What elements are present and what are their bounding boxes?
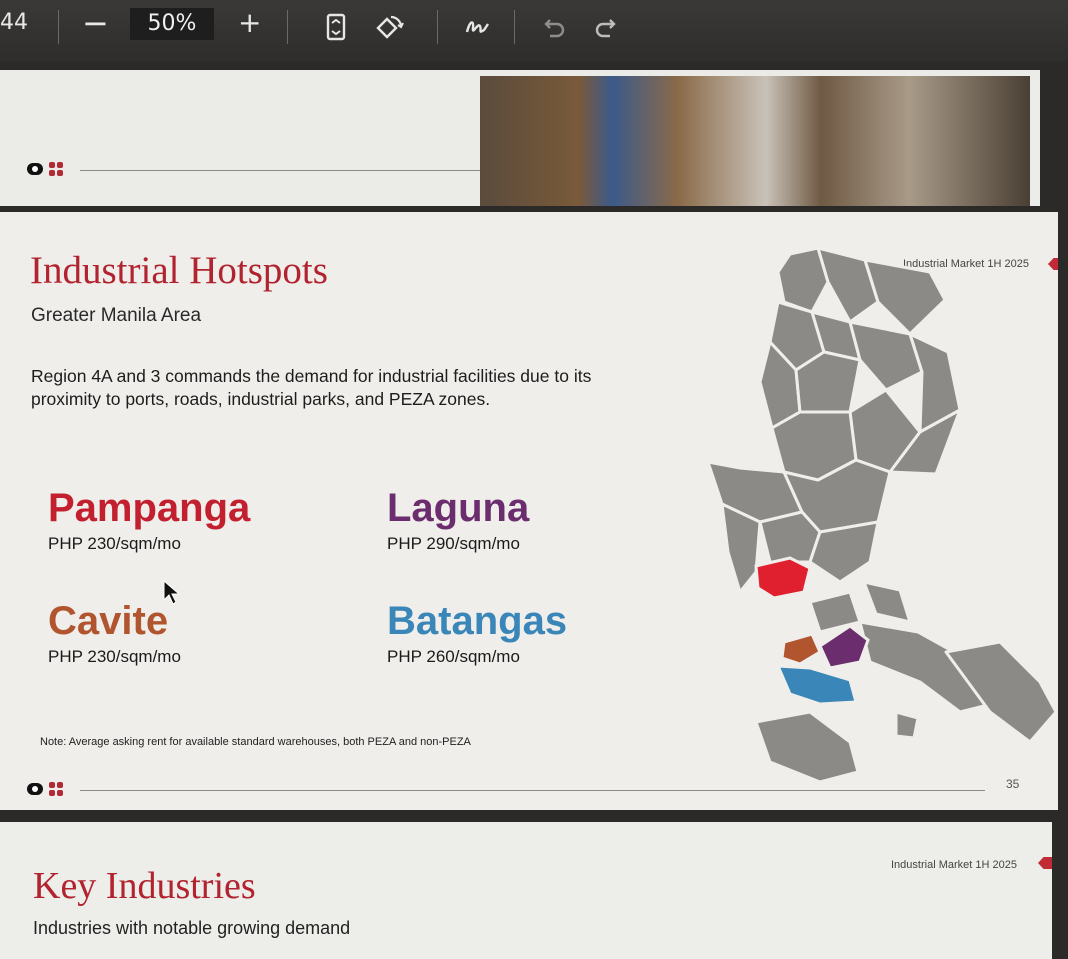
company-logo xyxy=(27,782,63,796)
toolbar-divider xyxy=(287,10,288,44)
slide-page-number: 35 xyxy=(1006,777,1020,791)
slide-description: Region 4A and 3 commands the demand for … xyxy=(31,366,592,409)
slide-title: Industrial Hotspots xyxy=(30,249,328,292)
location-batangas: Batangas PHP 260/sqm/mo xyxy=(387,599,567,667)
mouse-cursor-icon xyxy=(163,579,181,611)
slide-subtitle: Greater Manila Area xyxy=(31,305,202,326)
location-price: PHP 260/sqm/mo xyxy=(387,647,520,666)
map-region-cavite xyxy=(780,632,822,666)
location-price: PHP 290/sqm/mo xyxy=(387,534,520,553)
page-fit-icon[interactable] xyxy=(321,12,351,42)
warehouse-photo xyxy=(480,76,1030,206)
location-pampanga: Pampanga PHP 230/sqm/mo xyxy=(48,486,250,554)
slide-title: Key Industries xyxy=(33,865,256,907)
zoom-in-button[interactable]: + xyxy=(238,6,261,39)
location-name: Cavite xyxy=(48,599,169,643)
location-name: Batangas xyxy=(387,599,568,643)
logo-grid-icon xyxy=(49,162,63,176)
slide-previous xyxy=(0,70,1040,206)
toolbar-divider xyxy=(437,10,438,44)
tag-marker-icon xyxy=(1038,857,1052,869)
map-region xyxy=(808,590,862,634)
map-region-batangas xyxy=(775,664,858,706)
logo-hex-icon xyxy=(27,783,43,795)
toolbar-divider xyxy=(58,10,59,44)
undo-icon[interactable] xyxy=(538,12,568,42)
location-price: PHP 230/sqm/mo xyxy=(48,647,181,666)
logo-grid-icon xyxy=(49,782,63,796)
location-cavite: Cavite PHP 230/sqm/mo xyxy=(48,599,181,667)
market-tag: Industrial Market 1H 2025 xyxy=(891,859,1017,871)
toolbar-divider xyxy=(514,10,515,44)
location-name: Pampanga xyxy=(48,486,251,530)
zoom-out-button[interactable]: − xyxy=(82,4,109,42)
logo-hex-icon xyxy=(27,163,43,175)
map-region xyxy=(863,258,947,336)
map-region-pampanga xyxy=(754,556,812,600)
draw-icon[interactable] xyxy=(462,12,492,42)
location-laguna: Laguna PHP 290/sqm/mo xyxy=(387,486,529,554)
footer-rule xyxy=(80,170,480,171)
luzon-map xyxy=(700,242,1058,787)
location-price: PHP 230/sqm/mo xyxy=(48,534,181,553)
slide-subtitle: Industries with notable growing demand xyxy=(33,918,351,938)
pdf-toolbar: 44 − 50% + xyxy=(0,0,1068,62)
map-region xyxy=(808,520,880,584)
slide-key-industries: Key Industries Industries with notable g… xyxy=(0,822,1052,959)
slide-industrial-hotspots: Industrial Hotspots Greater Manila Area … xyxy=(0,212,1058,810)
location-name: Laguna xyxy=(387,486,530,530)
redo-icon[interactable] xyxy=(592,12,622,42)
map-region xyxy=(754,710,860,784)
map-region xyxy=(862,580,912,624)
company-logo xyxy=(27,162,63,176)
footer-rule xyxy=(80,790,985,791)
page-number[interactable]: 44 xyxy=(0,10,28,35)
rotate-icon[interactable] xyxy=(374,12,404,42)
zoom-level-field[interactable]: 50% xyxy=(130,8,214,40)
map-region xyxy=(894,710,920,740)
map-region-laguna xyxy=(818,624,870,670)
footnote: Note: Average asking rent for available … xyxy=(40,736,471,748)
slide-edge xyxy=(1030,82,1040,206)
